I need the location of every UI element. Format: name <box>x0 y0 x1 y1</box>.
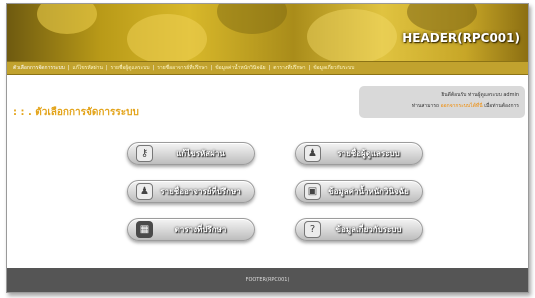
advisor-icon: ♟ <box>136 183 153 200</box>
main-content: : : . ตัวเลือกการจัดการระบบ ยินดีต้อนรับ… <box>7 76 528 268</box>
advisor-list-button[interactable]: ♟ รายชื่ออาจารย์ที่ปรึกษา <box>127 180 255 203</box>
nav-item-change-password[interactable]: แก้ไขรหัสผ่าน <box>72 64 102 72</box>
weight-data-button[interactable]: ▣ ข้อมูลค่าน้ำหนักวินิจฉัย <box>295 180 423 203</box>
about-system-button[interactable]: ? ข้อมูลเกี่ยวกับระบบ <box>295 218 423 241</box>
user-admin-icon: ♟ <box>304 145 321 162</box>
footer-text: FOOTER(RPC001) <box>245 277 290 283</box>
logout-link[interactable]: ออกจากระบบได้ที่นี่ <box>441 103 483 109</box>
nav-item-system-options[interactable]: ตัวเลือกการจัดการระบบ <box>13 64 65 72</box>
admin-list-button[interactable]: ♟ รายชื่อผู้ดูแลระบบ <box>295 142 423 165</box>
header-title: HEADER(RPC001) <box>402 31 520 45</box>
nav-item-about-system[interactable]: ข้อมูลเกี่ยวกับระบบ <box>313 64 354 72</box>
nav-item-advisor-list[interactable]: รายชื่ออาจารย์ที่ปรึกษา <box>157 64 207 72</box>
page-title: : : . ตัวเลือกการจัดการระบบ <box>13 107 139 118</box>
change-password-button[interactable]: ⚷ แก้ไขรหัสผ่าน <box>127 142 255 165</box>
nav-item-advisor-schedule[interactable]: ตารางที่ปรึกษา <box>273 64 305 72</box>
header-banner: HEADER(RPC001) <box>7 4 528 61</box>
page-frame: HEADER(RPC001) ตัวเลือกการจัดการระบบ | แ… <box>6 3 529 293</box>
nav-item-admin-list[interactable]: รายชื่อผู้ดูแลระบบ <box>111 64 150 72</box>
welcome-text: ยินดีต้อนรับ ท่านผู้ดูแลระบบ admin <box>441 92 519 98</box>
question-icon: ? <box>304 221 321 238</box>
key-icon: ⚷ <box>136 145 153 162</box>
advisor-schedule-button[interactable]: ▦ ตารางที่ปรึกษา <box>127 218 255 241</box>
user-info-panel: ยินดีต้อนรับ ท่านผู้ดูแลระบบ admin ท่านส… <box>359 86 525 118</box>
nav-item-weight-data[interactable]: ข้อมูลค่าน้ำหนักวินิจฉัย <box>215 64 265 72</box>
calendar-icon: ▦ <box>136 221 153 238</box>
image-icon: ▣ <box>304 183 321 200</box>
top-nav: ตัวเลือกการจัดการระบบ | แก้ไขรหัสผ่าน | … <box>7 61 528 75</box>
logout-line: ท่านสามารถ ออกจากระบบได้ที่นี่ เมื่อท่าน… <box>411 103 519 109</box>
footer: FOOTER(RPC001) <box>7 268 528 292</box>
